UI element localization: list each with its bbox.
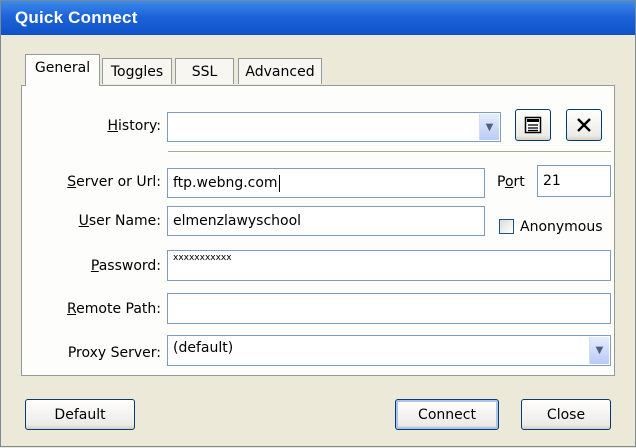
- proxy-server-value: (default): [173, 340, 234, 356]
- remote-path-input[interactable]: [167, 293, 611, 324]
- connect-button[interactable]: Connect: [395, 399, 499, 430]
- server-input[interactable]: ftp.webng.com: [167, 168, 485, 198]
- username-input[interactable]: elmenzlawyschool: [167, 206, 485, 236]
- proxy-server-label: Proxy Server:: [67, 345, 161, 361]
- anonymous-label[interactable]: Anonymous: [520, 219, 603, 235]
- quick-connect-window: Quick Connect General Toggles SSL Advanc…: [0, 0, 636, 447]
- history-label: History:: [107, 118, 161, 134]
- anonymous-checkbox[interactable]: [499, 219, 514, 234]
- delete-history-button[interactable]: [566, 109, 602, 141]
- separator: [168, 151, 611, 153]
- delete-x-icon: [577, 118, 591, 132]
- history-combo[interactable]: ▼: [167, 112, 501, 142]
- password-label: Password:: [90, 258, 161, 274]
- remote-path-label: Remote Path:: [67, 301, 161, 317]
- username-label: User Name:: [78, 213, 161, 229]
- port-input[interactable]: 21: [537, 165, 611, 197]
- port-label: Port: [497, 174, 525, 190]
- server-label: Server or Url:: [67, 174, 161, 190]
- close-button[interactable]: Close: [521, 399, 611, 430]
- proxy-server-select[interactable]: (default) ▼: [167, 335, 611, 366]
- password-input[interactable]: xxxxxxxxxxx: [167, 250, 611, 281]
- proxy-dropdown-icon[interactable]: ▼: [589, 337, 609, 364]
- default-button[interactable]: Default: [25, 399, 135, 430]
- server-value: ftp.webng.com: [173, 175, 278, 191]
- history-dropdown-icon[interactable]: ▼: [479, 114, 499, 140]
- properties-icon: [524, 116, 542, 134]
- text-cursor: [278, 174, 280, 192]
- properties-button[interactable]: [515, 109, 551, 141]
